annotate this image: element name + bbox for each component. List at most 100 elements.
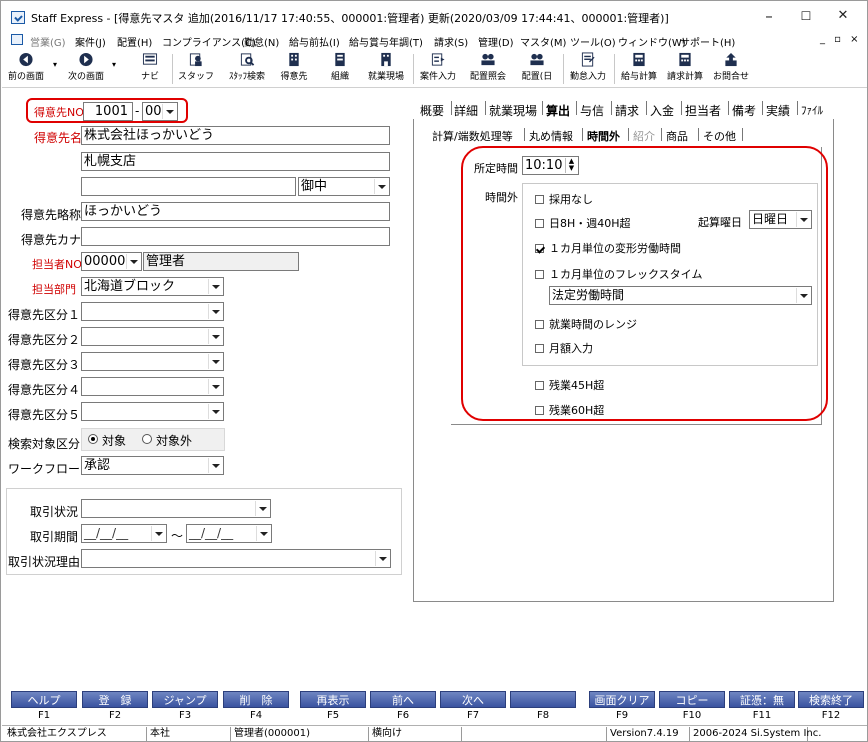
tab-person-in-charge[interactable]: 担当者: [685, 102, 721, 119]
chevron-down-icon[interactable]: [256, 526, 270, 541]
chevron-down-icon[interactable]: [208, 458, 222, 473]
opt-range-checkbox[interactable]: 就業時間のレンジ: [535, 316, 637, 332]
menu-item-sales[interactable]: 営業(G): [30, 34, 66, 49]
checkbox-box[interactable]: [535, 344, 544, 353]
checkbox-box[interactable]: [535, 381, 544, 390]
subtab-rounding-info[interactable]: 丸め情報: [529, 128, 573, 144]
toolbar-forward-button[interactable]: 次の画面: [65, 52, 107, 82]
f8-blank-button[interactable]: [510, 691, 576, 708]
mdi-window-controls[interactable]: _ ▫ ×: [820, 34, 862, 45]
client-category-5-select[interactable]: [81, 402, 224, 421]
opt-flex-checkbox[interactable]: １カ月単位のフレックスタイム: [535, 266, 702, 282]
chevron-down-icon[interactable]: [375, 551, 389, 566]
f12-search-end-button[interactable]: 検索終了: [798, 691, 864, 708]
toolbar-attendance-entry-button[interactable]: 勤怠入力: [566, 52, 610, 82]
chevron-down-icon[interactable]: [208, 404, 222, 419]
toolbar-worksite-button[interactable]: 就業現場: [364, 52, 408, 82]
department-select[interactable]: 北海道ブロック: [81, 277, 224, 296]
f4-delete-button[interactable]: 削 除: [223, 691, 289, 708]
chevron-down-icon[interactable]: [208, 329, 222, 344]
tab-worksite[interactable]: 就業現場: [489, 102, 537, 119]
f11-evidence-button[interactable]: 証憑：無: [729, 691, 795, 708]
opt-none-checkbox[interactable]: 採用なし: [535, 191, 593, 207]
close-button[interactable]: ✕: [828, 6, 858, 28]
checkbox-box[interactable]: [535, 406, 544, 415]
chevron-down-icon[interactable]: [208, 304, 222, 319]
menu-item-support[interactable]: サポート(H): [680, 34, 735, 49]
checkbox-box[interactable]: [535, 270, 544, 279]
tab-calc[interactable]: 算出: [546, 102, 571, 120]
menu-item-case[interactable]: 案件(J): [75, 34, 106, 49]
toolbar-billing-calc-button[interactable]: 請求計算: [664, 52, 706, 82]
tab-billing[interactable]: 請求: [615, 102, 639, 119]
opt-8h-checkbox[interactable]: 日8H・週40H超: [535, 215, 631, 231]
deal-status-select[interactable]: [81, 499, 271, 518]
chevron-down-icon[interactable]: [126, 254, 140, 269]
chevron-down-icon[interactable]: [796, 212, 810, 227]
radio-non-target[interactable]: [142, 434, 152, 444]
chevron-down-icon[interactable]: [796, 288, 810, 303]
menu-item-master[interactable]: マスタ(M): [520, 34, 566, 49]
subtab-products[interactable]: 商品: [666, 128, 688, 144]
f5-refresh-button[interactable]: 再表示: [300, 691, 366, 708]
opt-monthly-var-checkbox[interactable]: １カ月単位の変形労働時間: [535, 240, 681, 256]
f1-help-button[interactable]: ヘルプ: [11, 691, 77, 708]
flex-basis-select[interactable]: 法定労働時間: [549, 286, 812, 305]
f7-next-button[interactable]: 次へ: [440, 691, 506, 708]
deal-reason-select[interactable]: [81, 549, 391, 568]
client-category-4-select[interactable]: [81, 377, 224, 396]
menu-item-attendance[interactable]: 勤怠(N): [244, 34, 279, 49]
tab-notes[interactable]: 備考: [732, 102, 756, 119]
client-kana-input[interactable]: [81, 227, 390, 246]
toolbar-case-entry-button[interactable]: 案件入力: [416, 52, 460, 82]
spinner-icon[interactable]: ▲ ▼: [565, 158, 577, 173]
toolbar-payroll-calc-button[interactable]: 給与計算: [618, 52, 660, 82]
f9-clear-button[interactable]: 画面クリア: [589, 691, 655, 708]
f6-prev-button[interactable]: 前へ: [370, 691, 436, 708]
maximize-button[interactable]: ☐: [791, 6, 821, 28]
toolbar-placement-daily-button[interactable]: 配置(日: [517, 52, 557, 82]
opt-monthly-amt-checkbox[interactable]: 月額入力: [535, 340, 593, 356]
toolbar-client-button[interactable]: 得意先: [278, 52, 310, 82]
f2-register-button[interactable]: 登 録: [82, 691, 148, 708]
radio-target[interactable]: [88, 434, 98, 444]
dropdown-arrow-icon[interactable]: ▾: [53, 60, 57, 69]
toolbar-staff-button[interactable]: スタッフ: [178, 52, 214, 82]
tab-payment[interactable]: 入金: [650, 102, 674, 119]
chevron-down-icon[interactable]: [151, 526, 165, 541]
chevron-down-icon[interactable]: [208, 379, 222, 394]
tab-detail[interactable]: 詳細: [454, 102, 478, 119]
client-branch-select[interactable]: 002: [142, 102, 178, 121]
client-name3-input[interactable]: [81, 177, 296, 196]
chevron-down-icon[interactable]: [162, 104, 176, 119]
client-name2-input[interactable]: 札幌支店: [81, 152, 390, 171]
minimize-button[interactable]: –: [754, 6, 784, 28]
menu-item-payroll[interactable]: 給与賞与年調(T): [349, 34, 423, 49]
checkbox-box[interactable]: [535, 219, 544, 228]
chevron-down-icon[interactable]: [374, 179, 388, 194]
chevron-down-icon[interactable]: [208, 354, 222, 369]
opt-45h-checkbox[interactable]: 残業45H超: [535, 377, 604, 393]
client-code-input[interactable]: 1001: [83, 102, 133, 121]
client-name-input[interactable]: 株式会社ほっかいどう: [81, 126, 390, 145]
subtab-other[interactable]: その他: [703, 128, 736, 144]
menu-item-billing[interactable]: 請求(S): [434, 34, 468, 49]
tab-credit[interactable]: 与信: [580, 102, 604, 119]
checkbox-box[interactable]: [535, 320, 544, 329]
toolbar-organization-button[interactable]: 組織: [326, 52, 354, 82]
menu-item-tools[interactable]: ツール(O): [570, 34, 616, 49]
dropdown-arrow-icon[interactable]: ▾: [112, 60, 116, 69]
toolbar-placement-inquiry-button[interactable]: 配置照会: [466, 52, 510, 82]
workflow-select[interactable]: 承認: [81, 456, 224, 475]
tab-results[interactable]: 実績: [766, 102, 790, 119]
checkbox-box[interactable]: [535, 244, 544, 253]
menu-item-admin[interactable]: 管理(D): [478, 34, 514, 49]
client-short-input[interactable]: ほっかいどう: [81, 202, 390, 221]
deal-end-date[interactable]: __/__/__: [186, 524, 272, 543]
checkbox-box[interactable]: [535, 195, 544, 204]
menu-item-window[interactable]: ウィンドウ(W): [618, 34, 686, 49]
opt-60h-checkbox[interactable]: 残業60H超: [535, 402, 604, 418]
subtab-calc-rounding[interactable]: 計算/端数処理等: [432, 128, 513, 144]
menu-item-compliance[interactable]: コンプライアンス(C): [162, 34, 256, 49]
tab-file[interactable]: ﾌｧｲﾙ: [801, 102, 823, 118]
